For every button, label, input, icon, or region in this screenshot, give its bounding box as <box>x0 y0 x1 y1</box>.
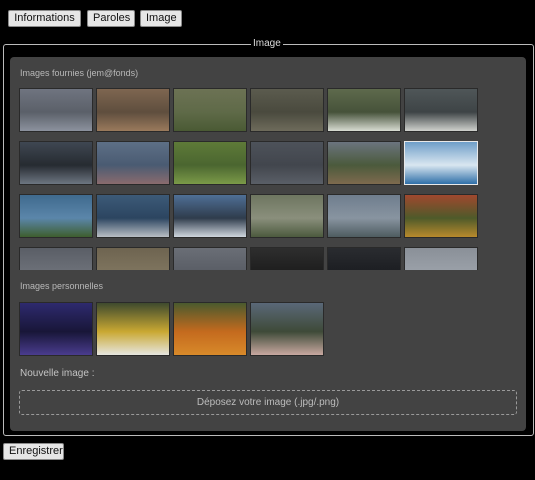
fieldset-legend: Image <box>251 38 283 50</box>
autumn-tree-field-thumbnail[interactable] <box>327 141 401 185</box>
personal-images-label: Images personnelles <box>20 281 104 291</box>
purple-night-sky-thumbnail[interactable] <box>19 302 93 356</box>
autumn-leaves-thumbnail[interactable] <box>96 88 170 132</box>
cloudy-sky-thumbnail[interactable] <box>96 194 170 238</box>
pale-horizon-thumbnail[interactable] <box>404 247 478 270</box>
white-flowers-thumbnail[interactable] <box>327 88 401 132</box>
tulips-thumbnail[interactable] <box>404 194 478 238</box>
tab-image[interactable]: Image <box>140 10 182 27</box>
tab-paroles[interactable]: Paroles <box>87 10 135 27</box>
snowy-mountain-thumbnail[interactable] <box>173 194 247 238</box>
cherry-blossom-branch-thumbnail[interactable] <box>96 141 170 185</box>
dark-clouds-thumbnail[interactable] <box>19 247 93 270</box>
birch-forest-thumbnail[interactable] <box>250 194 324 238</box>
new-image-label: Nouvelle image : <box>20 368 95 379</box>
frosted-branches-thumbnail[interactable] <box>19 88 93 132</box>
tab-informations[interactable]: Informations <box>8 10 81 27</box>
sepia-landscape-thumbnail[interactable] <box>96 247 170 270</box>
orange-flowers-thumbnail[interactable] <box>173 302 247 356</box>
dark-foliage-thumbnail[interactable] <box>250 247 324 270</box>
grey-sky-thumbnail[interactable] <box>173 247 247 270</box>
green-rice-field-thumbnail[interactable] <box>173 141 247 185</box>
mountain-valley-thumbnail[interactable] <box>327 194 401 238</box>
treetops-sky-thumbnail[interactable] <box>19 194 93 238</box>
grey-texture-thumbnail[interactable] <box>250 141 324 185</box>
dark-shore-thumbnail[interactable] <box>327 247 401 270</box>
image-dropzone[interactable]: Déposez votre image (.jpg/.png) <box>19 390 517 415</box>
sunset-mountain-thumbnail[interactable] <box>250 302 324 356</box>
boat-wake-sea-thumbnail[interactable] <box>404 141 478 185</box>
grass-ground-thumbnail[interactable] <box>250 88 324 132</box>
provided-images-grid <box>19 88 489 270</box>
provided-images-label: Images fournies (jem@fonds) <box>20 68 139 78</box>
bare-trees-silhouette-thumbnail[interactable] <box>19 141 93 185</box>
save-button[interactable]: Enregistrer <box>3 443 64 460</box>
vineyard-thumbnail[interactable] <box>173 88 247 132</box>
daisy-thumbnail[interactable] <box>96 302 170 356</box>
swan-thumbnail[interactable] <box>404 88 478 132</box>
